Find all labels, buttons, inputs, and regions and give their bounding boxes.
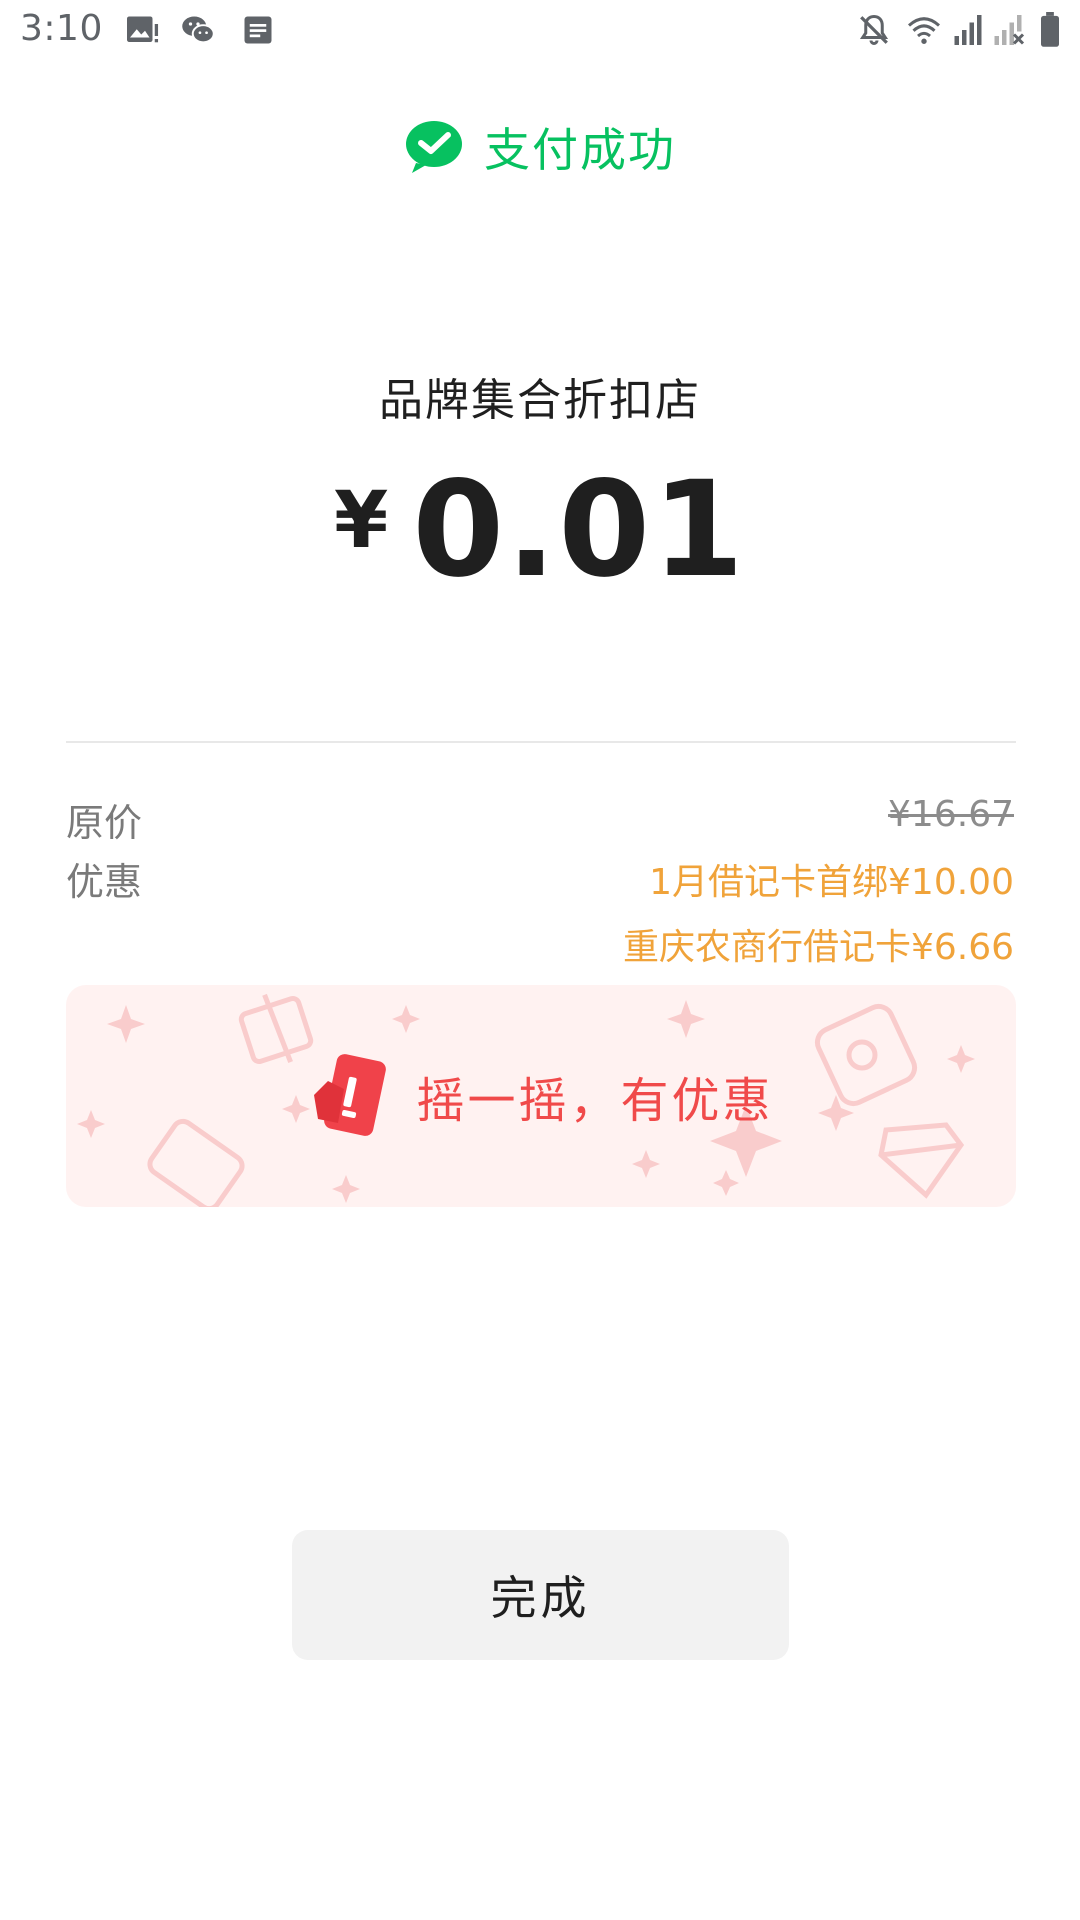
- done-button[interactable]: 完成: [292, 1530, 789, 1660]
- discount-item: 1月借记卡首绑¥10.00: [649, 862, 1014, 903]
- signal-no-service-icon: [990, 12, 1026, 48]
- divider: [66, 741, 1016, 743]
- wifi-icon: [906, 12, 942, 48]
- original-price-label: 原价: [66, 801, 143, 845]
- original-price-value: ¥16.67: [888, 794, 1014, 835]
- discount-label: 优惠: [66, 860, 143, 904]
- notes-icon: [240, 12, 276, 48]
- status-bar: 3:10: [0, 0, 1080, 64]
- wechat-pay-icon: [404, 119, 464, 175]
- shake-promo-text: 摇一摇，有优惠: [416, 1073, 774, 1129]
- shake-content: 摇一摇，有优惠: [66, 985, 1016, 1207]
- gallery-icon: [124, 12, 160, 48]
- status-time: 3:10: [20, 8, 103, 49]
- merchant-name: 品牌集合折扣店: [379, 375, 701, 426]
- discount-item: 重庆农商行借记卡¥6.66: [622, 927, 1014, 968]
- wechat-icon: [180, 12, 216, 48]
- currency-symbol: ¥: [334, 476, 389, 566]
- shake-promo-banner[interactable]: 摇一摇，有优惠: [66, 985, 1016, 1207]
- amount-value: 0.01: [412, 453, 746, 607]
- payment-success-header: 支付成功: [0, 112, 1080, 182]
- payment-amount: ¥ 0.01: [0, 460, 1080, 600]
- shake-icon: [308, 1053, 394, 1139]
- signal-icon: [950, 12, 986, 48]
- payment-success-title: 支付成功: [484, 123, 676, 177]
- bell-off-icon: [856, 12, 892, 48]
- battery-icon: [1036, 12, 1064, 48]
